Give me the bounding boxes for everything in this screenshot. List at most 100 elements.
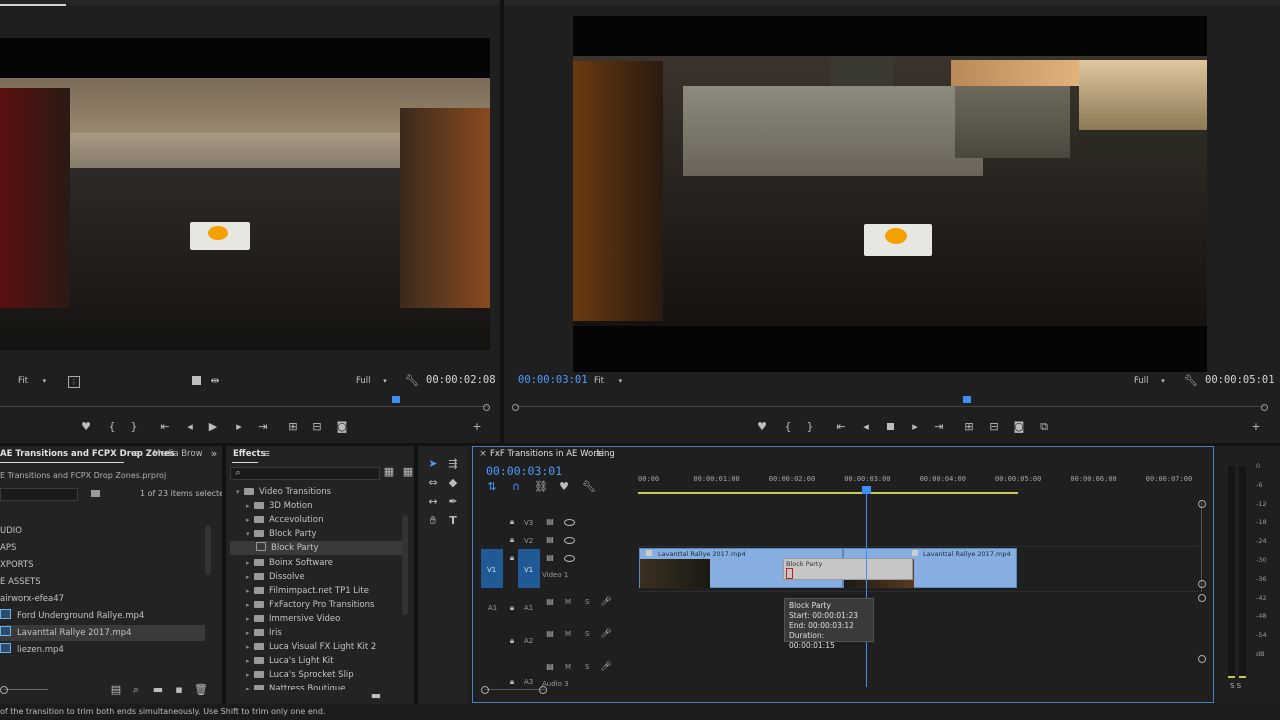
eye-icon[interactable] bbox=[563, 553, 575, 565]
effect-folder[interactable]: ▾ Video Transitions bbox=[230, 485, 402, 499]
source-time-ruler[interactable] bbox=[0, 406, 490, 407]
snap-icon[interactable]: ∩ bbox=[510, 481, 522, 493]
source-fit-dropdown[interactable]: Fit ▾ bbox=[18, 376, 46, 386]
list-view-icon[interactable]: ▤ bbox=[110, 684, 122, 696]
timeline-playhead-head[interactable] bbox=[862, 486, 871, 494]
effect-folder[interactable]: ▸ Iris bbox=[230, 626, 402, 640]
solo-button[interactable]: S bbox=[585, 598, 589, 606]
project-bin-item[interactable]: UDIO bbox=[0, 524, 22, 538]
chevron-right-icon[interactable]: ▸ bbox=[246, 584, 254, 598]
wrench-icon[interactable]: 🔧︎ bbox=[582, 481, 596, 493]
project-search-input[interactable] bbox=[0, 488, 78, 501]
tab-media-browser[interactable]: Media Brow bbox=[153, 449, 203, 459]
effect-folder[interactable]: ▸ Filmimpact.net TP1 Lite bbox=[230, 584, 402, 598]
linked-selection-icon[interactable]: ⛓︎ bbox=[534, 481, 548, 493]
effect-folder[interactable]: ▸ 3D Motion bbox=[230, 499, 402, 513]
lift-icon[interactable]: ⊞ bbox=[963, 421, 975, 433]
effect-folder[interactable]: ▸ Boinx Software bbox=[230, 556, 402, 570]
transition-block[interactable]: Block Party bbox=[783, 558, 913, 580]
export-frame-icon[interactable] bbox=[192, 376, 201, 385]
project-file-item[interactable]: Ford Underground Rallye.mp4 bbox=[0, 608, 205, 624]
add-marker-icon[interactable]: ♥ bbox=[558, 481, 570, 493]
selection-tool-icon[interactable]: ➤ bbox=[427, 458, 439, 470]
sync-lock-icon[interactable]: ▤ bbox=[544, 596, 556, 608]
project-file-item[interactable]: liezen.mp4 bbox=[0, 642, 205, 658]
lock-icon[interactable]: 🔒︎ bbox=[506, 602, 518, 614]
lock-icon[interactable]: 🔒︎ bbox=[506, 635, 518, 647]
chevron-right-icon[interactable]: ▸ bbox=[246, 499, 254, 513]
panel-menu-icon[interactable]: ≡ bbox=[594, 448, 606, 460]
effect-folder[interactable]: ▸ Luca's Sprocket Slip bbox=[230, 668, 402, 682]
chevron-down-icon[interactable]: ▾ bbox=[246, 527, 254, 541]
timeline-vertical-scrollbar[interactable] bbox=[1201, 502, 1202, 592]
program-quality-dropdown[interactable]: Full ▾ bbox=[1134, 376, 1165, 386]
eye-icon[interactable] bbox=[563, 517, 575, 529]
step-forward-icon[interactable]: ▸ bbox=[233, 421, 245, 433]
lock-icon[interactable]: 🔒︎ bbox=[506, 534, 518, 546]
microphone-icon[interactable]: 🎤︎ bbox=[600, 596, 612, 608]
mute-button[interactable]: M bbox=[565, 598, 571, 606]
add-marker-icon[interactable]: ♥ bbox=[756, 421, 768, 433]
step-back-icon[interactable]: ◂ bbox=[184, 421, 196, 433]
search-icon[interactable]: ⌕ bbox=[130, 684, 142, 696]
chevron-right-icon[interactable]: ▸ bbox=[246, 513, 254, 527]
lock-icon[interactable]: 🔒︎ bbox=[506, 516, 518, 528]
chevron-right-icon[interactable]: ▸ bbox=[246, 598, 254, 612]
step-forward-icon[interactable]: ▸ bbox=[909, 421, 921, 433]
folder-icon[interactable]: ▬ bbox=[152, 684, 164, 696]
timeline-scroll-knob[interactable] bbox=[1198, 580, 1206, 588]
work-area-bar[interactable] bbox=[638, 492, 1018, 494]
project-bin-item[interactable]: airworx-efea47 bbox=[0, 592, 64, 606]
microphone-icon[interactable]: 🎤︎ bbox=[600, 661, 612, 673]
add-marker-icon[interactable]: ♥ bbox=[80, 421, 92, 433]
nest-toggle-icon[interactable]: ⇅ bbox=[486, 481, 498, 493]
razor-tool-icon[interactable]: ◆ bbox=[447, 477, 459, 489]
effect-folder[interactable]: ▸ Immersive Video bbox=[230, 612, 402, 626]
hand-tool-icon[interactable]: ✋︎ bbox=[427, 515, 439, 527]
timeline-scroll-knob[interactable] bbox=[1198, 655, 1206, 663]
project-scrollbar[interactable] bbox=[205, 525, 211, 575]
chevron-right-icon[interactable]: ▸ bbox=[246, 682, 254, 690]
chevron-right-icon[interactable]: ▸ bbox=[246, 668, 254, 682]
go-to-in-icon[interactable]: ⇤ bbox=[835, 421, 847, 433]
sync-lock-icon[interactable]: ▤ bbox=[544, 628, 556, 640]
play-icon[interactable]: ▶ bbox=[207, 421, 219, 433]
mark-out-icon[interactable]: } bbox=[804, 421, 816, 433]
stop-icon[interactable] bbox=[884, 421, 896, 433]
zoom-slider[interactable] bbox=[4, 689, 48, 690]
mark-out-icon[interactable]: } bbox=[128, 421, 140, 433]
32bit-effects-icon[interactable]: ▦ bbox=[402, 466, 414, 478]
effect-folder[interactable]: ▸ Dissolve bbox=[230, 570, 402, 584]
solo-button[interactable]: S bbox=[585, 663, 589, 671]
program-playhead[interactable] bbox=[963, 396, 971, 403]
sync-lock-icon[interactable]: ▤ bbox=[544, 552, 556, 564]
eye-icon[interactable] bbox=[563, 535, 575, 547]
timeline-playhead-line[interactable] bbox=[866, 487, 867, 687]
ripple-edit-tool-icon[interactable]: ⇔ bbox=[427, 477, 439, 489]
zoom-slider-knob[interactable] bbox=[0, 686, 8, 694]
go-to-out-icon[interactable]: ⇥ bbox=[257, 421, 269, 433]
camera-icon[interactable]: ◙ bbox=[336, 421, 348, 433]
lock-icon[interactable]: 🔒︎ bbox=[506, 676, 518, 688]
go-to-out-icon[interactable]: ⇥ bbox=[933, 421, 945, 433]
slip-tool-icon[interactable]: ↔ bbox=[427, 496, 439, 508]
lock-icon[interactable]: 🔒︎ bbox=[506, 552, 518, 564]
chevron-right-icon[interactable]: ▸ bbox=[246, 654, 254, 668]
insert-icon[interactable]: ⊞ bbox=[287, 421, 299, 433]
project-bin-item[interactable]: E ASSETS bbox=[0, 575, 41, 589]
accelerated-effects-icon[interactable]: ▦ bbox=[383, 466, 395, 478]
effect-item[interactable]: Block Party bbox=[230, 541, 402, 556]
effect-folder[interactable]: ▾ Block Party bbox=[230, 527, 402, 541]
panel-menu-icon[interactable]: ≡ bbox=[130, 448, 142, 460]
effects-search-input[interactable] bbox=[230, 467, 380, 480]
microphone-icon[interactable]: 🎤︎ bbox=[600, 628, 612, 640]
project-bin-item[interactable]: XPORTS bbox=[0, 558, 34, 572]
program-time-ruler[interactable] bbox=[516, 406, 1266, 407]
pen-tool-icon[interactable]: ✒︎ bbox=[447, 496, 459, 508]
program-fit-dropdown[interactable]: Fit ▾ bbox=[594, 376, 622, 386]
mute-button[interactable]: M bbox=[565, 663, 571, 671]
sync-lock-icon[interactable]: ▤ bbox=[544, 516, 556, 528]
step-back-icon[interactable]: ◂ bbox=[860, 421, 872, 433]
extract-icon[interactable]: ⊟ bbox=[988, 421, 1000, 433]
chevron-right-icon[interactable]: ▸ bbox=[246, 626, 254, 640]
